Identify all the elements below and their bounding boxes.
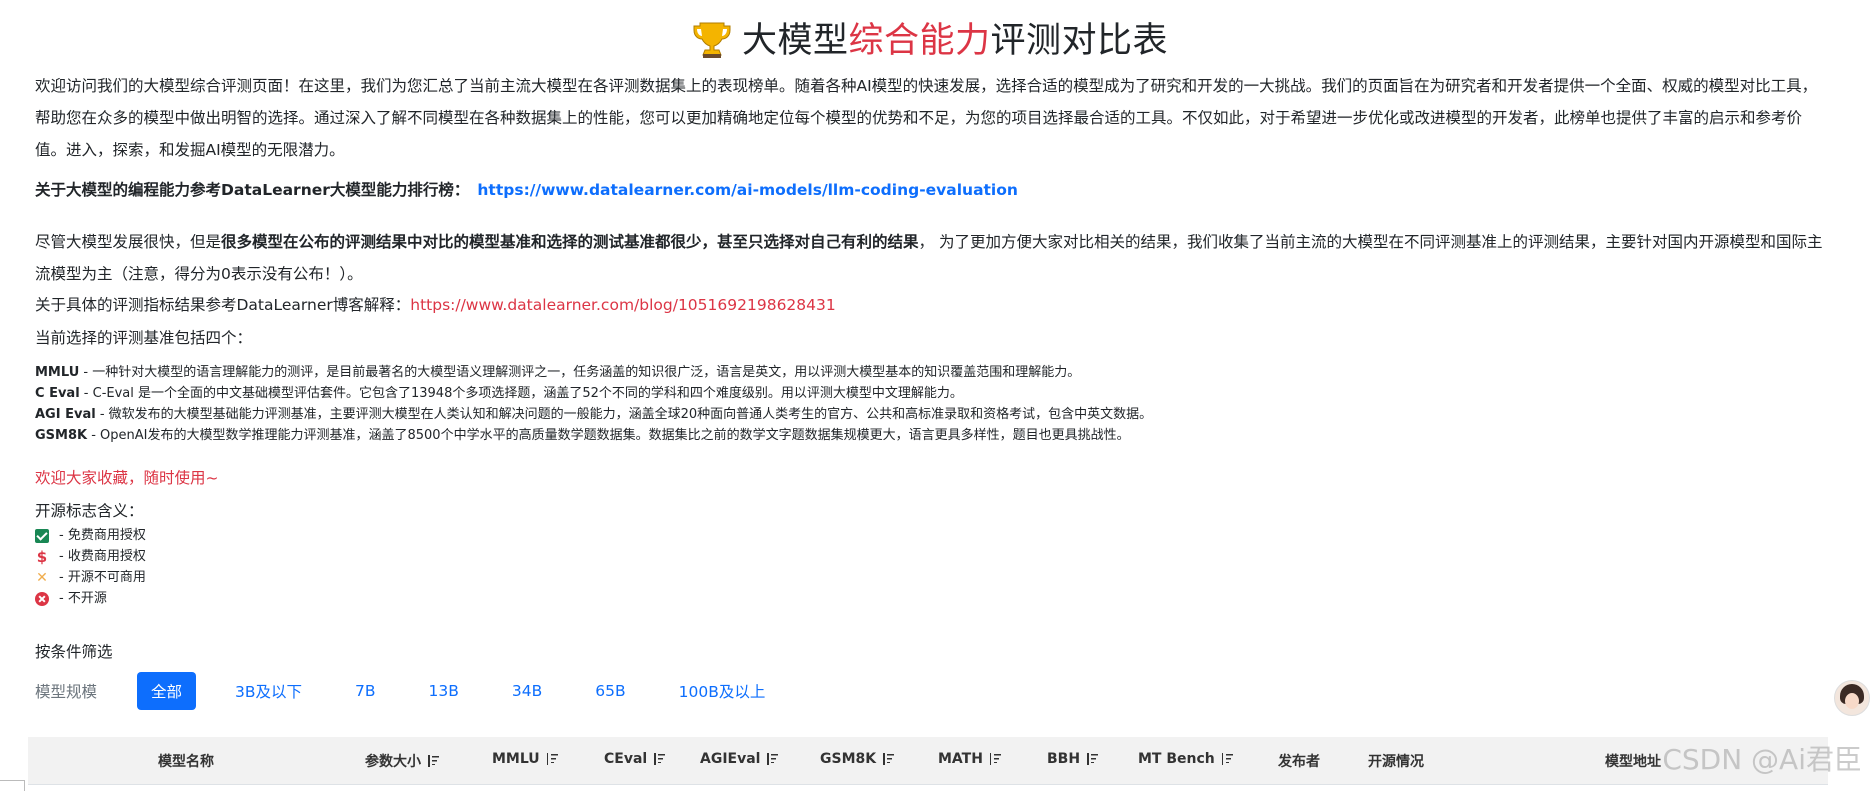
filter-option-100b[interactable]: 100B及以上 [665, 672, 780, 710]
coding-label: 关于大模型的编程能力参考DataLearner大模型能力排行榜： [35, 181, 470, 199]
filter-title: 按条件筛选 [35, 643, 113, 661]
legend-title: 开源标志含义： [35, 502, 144, 520]
benchmark-item: MMLU - 一种针对大模型的语言理解能力的测评，是目前最著名的大模型语义理解测… [35, 362, 1152, 383]
column-header-model-name: 模型名称 [158, 754, 214, 770]
sort-icon[interactable] [1220, 752, 1234, 766]
filter-option-all[interactable]: 全部 [137, 672, 197, 710]
filter-option-13b[interactable]: 13B [415, 674, 473, 708]
title-accent: 综合能力 [848, 21, 991, 61]
notice-pre: 尽管大模型发展很快，但是 [35, 233, 222, 251]
legend-label: - 收费商用授权 [59, 549, 146, 564]
legend-label: - 免费商用授权 [59, 528, 146, 543]
benchmark-desc: - 微软发布的大模型基础能力评测基准，主要评测大模型在人类认知和解决问题的一般能… [95, 407, 1153, 422]
title-prefix: 大模型 [741, 21, 849, 61]
notice-paragraph: 尽管大模型发展很快，但是很多模型在公布的评测结果中对比的模型基准和选择的测试基准… [35, 226, 1825, 290]
table-header: 模型名称 参数大小 MMLU CEval AGIEval GSM8K MATH … [28, 737, 1828, 785]
license-legend: - 免费商用授权 $ - 收费商用授权 ✕ - 开源不可商用 - 不开源 [35, 525, 146, 609]
cross-icon: ✕ [36, 569, 48, 586]
notice-bold: 很多模型在公布的评测结果中对比的模型基准和选择的测试基准都很少，甚至只选择对自己… [221, 233, 919, 251]
filter-option-65b[interactable]: 65B [581, 674, 639, 708]
x-circle-icon [35, 591, 49, 606]
corner-fragment [0, 780, 25, 791]
legend-item: - 免费商用授权 [35, 525, 146, 546]
column-header-mt-bench[interactable]: MT Bench [1138, 751, 1234, 767]
explain-label: 关于具体的评测指标结果参考DataLearner博客解释： [35, 296, 411, 314]
column-header-math[interactable]: MATH [938, 751, 1002, 767]
filter-option-34b[interactable]: 34B [498, 674, 556, 708]
benchmark-name: MMLU [35, 365, 80, 380]
filter-label: 模型规模 [35, 683, 98, 701]
check-square-icon [35, 528, 49, 543]
intro-paragraph: 欢迎访问我们的大模型综合评测页面！在这里，我们为您汇总了当前主流大模型在各评测数… [35, 77, 1818, 159]
legend-item: $ - 收费商用授权 [35, 546, 146, 567]
benchmark-name: AGI Eval [35, 407, 96, 422]
benchmark-list: MMLU - 一种针对大模型的语言理解能力的测评，是目前最著名的大模型语义理解测… [35, 362, 1152, 446]
welcome-text: 欢迎大家收藏，随时使用~ [35, 469, 219, 487]
column-header-publisher: 发布者 [1278, 754, 1320, 770]
benchmark-item: C Eval - C-Eval 是一个全面的中文基础模型评估套件。它包含了139… [35, 383, 1152, 404]
sort-icon[interactable] [545, 752, 559, 766]
filter-option-7b[interactable]: 7B [341, 674, 390, 708]
blog-explain-link[interactable]: https://www.datalearner.com/blog/1051692… [410, 296, 836, 314]
sort-icon[interactable] [426, 754, 440, 768]
explain-note: 关于具体的评测指标结果参考DataLearner博客解释：https://www… [35, 293, 836, 315]
column-header-license: 开源情况 [1368, 754, 1424, 770]
benchmark-item: AGI Eval - 微软发布的大模型基础能力评测基准，主要评测大模型在人类认知… [35, 404, 1152, 425]
column-header-model-link: 模型地址 [1605, 754, 1661, 770]
benchmark-desc: - OpenAI发布的大模型数学推理能力评测基准，涵盖了8500个中学水平的高质… [87, 428, 1130, 443]
coding-ranking-note: 关于大模型的编程能力参考DataLearner大模型能力排行榜： https://… [35, 178, 1018, 200]
watermark: CSDN @Ai君臣 [1662, 743, 1862, 776]
sort-icon[interactable] [881, 752, 895, 766]
legend-label: - 不开源 [59, 591, 107, 606]
column-header-mmlu[interactable]: MMLU [492, 751, 559, 767]
column-header-bbh[interactable]: BBH [1047, 751, 1099, 767]
dollar-icon: $ [36, 547, 48, 566]
legend-item: - 不开源 [35, 588, 146, 609]
sort-icon[interactable] [988, 752, 1002, 766]
legend-label: - 开源不可商用 [59, 570, 146, 585]
page-title: 大模型综合能力评测对比表 [35, 12, 1825, 63]
sort-icon[interactable] [652, 752, 666, 766]
column-header-gsm8k[interactable]: GSM8K [820, 751, 895, 767]
filter-option-3b[interactable]: 3B及以下 [221, 672, 316, 710]
assistant-avatar[interactable] [1834, 680, 1870, 716]
benchmark-item: GSM8K - OpenAI发布的大模型数学推理能力评测基准，涵盖了8500个中… [35, 425, 1152, 446]
column-header-params[interactable]: 参数大小 [365, 751, 440, 771]
column-header-agieval[interactable]: AGIEval [700, 751, 779, 767]
column-header-ceval[interactable]: CEval [604, 751, 666, 767]
legend-item: ✕ - 开源不可商用 [35, 567, 146, 588]
benchmark-name: C Eval [35, 386, 80, 401]
benchmark-desc: - C-Eval 是一个全面的中文基础模型评估套件。它包含了13948个多项选择… [79, 386, 963, 401]
model-size-filter: 模型规模 全部 3B及以下 7B 13B 34B 65B 100B及以上 [35, 672, 804, 710]
benchmark-name: GSM8K [35, 428, 88, 443]
title-suffix: 评测对比表 [990, 21, 1169, 61]
benchmark-desc: - 一种针对大模型的语言理解能力的测评，是目前最著名的大模型语义理解测评之一，任… [79, 365, 1081, 380]
sort-icon[interactable] [1085, 752, 1099, 766]
sort-icon[interactable] [765, 752, 779, 766]
coding-ranking-link[interactable]: https://www.datalearner.com/ai-models/ll… [477, 181, 1018, 199]
benchmark-intro: 当前选择的评测基准包括四个： [35, 329, 253, 347]
trophy-icon [693, 22, 731, 58]
